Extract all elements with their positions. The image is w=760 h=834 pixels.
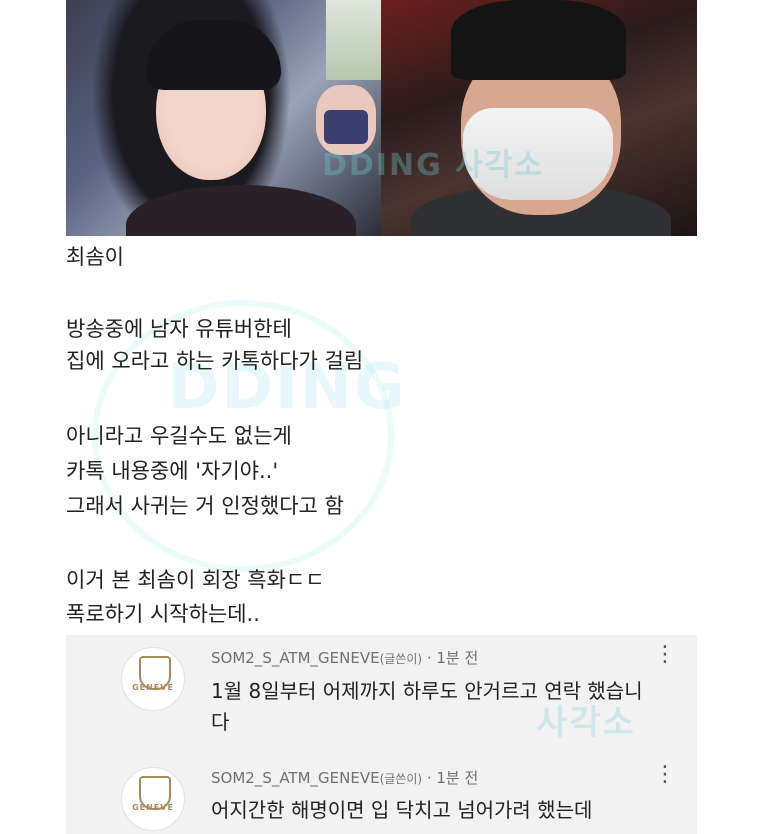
post-line: 카톡 내용중에 '자기야..': [66, 459, 279, 483]
comment-time: · 1분 전: [426, 769, 479, 787]
post-line: 집에 오라고 하는 카톡하다가 걸림: [66, 349, 364, 373]
post-line: 방송중에 남자 유튜버한테: [66, 317, 292, 341]
hair: [451, 0, 626, 80]
comment-time: · 1분 전: [426, 649, 479, 667]
avatar[interactable]: GENEVE: [121, 647, 185, 711]
bangs: [146, 20, 281, 90]
photo-man: [381, 0, 697, 236]
author-role: (글쓴이): [379, 772, 423, 786]
comment-section: GENEVE SOM2_S_ATM_GENEVE(글쓴이) · 1분 전 ⋮ 1…: [66, 635, 697, 834]
post-line: 아니라고 우길수도 없는게: [66, 424, 292, 448]
author-role: (글쓴이): [379, 652, 423, 666]
avatar-label: GENEVE: [132, 683, 174, 692]
author-name: SOM2_S_ATM_GENEVE: [211, 769, 380, 787]
comment-author[interactable]: SOM2_S_ATM_GENEVE(글쓴이) · 1분 전: [211, 647, 478, 668]
phone: [324, 110, 368, 144]
avatar-label: GENEVE: [132, 803, 174, 812]
comment-line: 어지간한 해명이면 입 닥치고 넘어가려 했는데: [211, 798, 593, 822]
comment-author[interactable]: SOM2_S_ATM_GENEVE(글쓴이) · 1분 전: [211, 767, 478, 788]
comment-text: 어지간한 해명이면 입 닥치고 넘어가려 했는데: [211, 795, 691, 826]
window: [326, 0, 381, 80]
post-title: 최솜이: [66, 245, 124, 269]
more-options-icon[interactable]: ⋮: [654, 764, 676, 786]
more-options-icon[interactable]: ⋮: [654, 644, 676, 666]
watermark-logo: DDING 사각소: [322, 148, 544, 183]
author-name: SOM2_S_ATM_GENEVE: [211, 649, 380, 667]
post-line: 이거 본 최솜이 회장 흑화ㄷㄷ: [66, 568, 325, 592]
photo-collage: [66, 0, 697, 236]
post-line: 그래서 사귀는 거 인정했다고 함: [66, 494, 344, 518]
avatar[interactable]: GENEVE: [121, 767, 185, 831]
photo-woman: [66, 0, 381, 236]
post-line: 폭로하기 시작하는데..: [66, 602, 260, 626]
watermark-logo: 사각소: [536, 703, 636, 743]
